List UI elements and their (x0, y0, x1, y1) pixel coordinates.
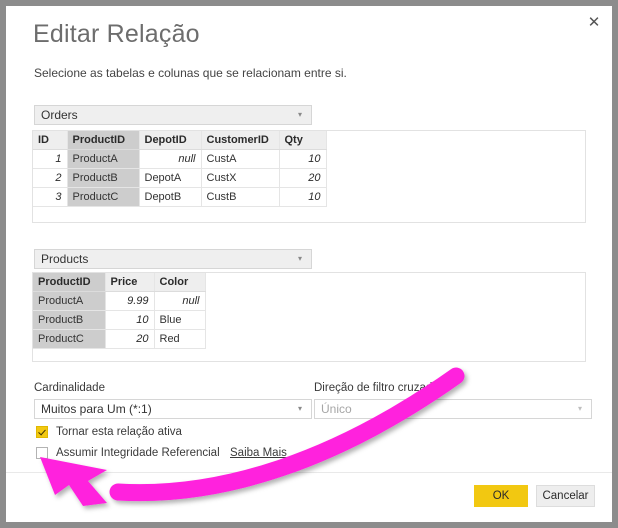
table-one-cell: 1 (33, 149, 68, 169)
table-two-cell: Blue (154, 310, 206, 330)
table-one-body: 1 ProductA null CustA 10 2 ProductB DepotA CustX… (33, 149, 327, 207)
active-relationship-row[interactable]: Tornar esta relação ativa (36, 426, 182, 438)
table-two-column-header[interactable]: ProductID (33, 273, 106, 292)
table-one-cell: 20 (279, 168, 327, 188)
referential-integrity-row[interactable]: Assumir Integridade Referencial (36, 447, 220, 459)
table-two-selector[interactable]: Products ▾ (34, 249, 312, 269)
referential-integrity-checkbox[interactable] (36, 447, 48, 459)
table-two-cell: ProductA (33, 291, 106, 311)
table-one-cell: CustX (201, 168, 280, 188)
table-one-cell: 3 (33, 187, 68, 207)
table-row: ProductA 9.99 null (33, 291, 206, 311)
table-two-cell: 20 (105, 329, 155, 349)
table-one-cell: 10 (279, 187, 327, 207)
table-one-column-header[interactable]: ProductID (67, 131, 140, 150)
table-one-cell: DepotA (139, 168, 202, 188)
table-one-column-header[interactable]: DepotID (139, 131, 202, 150)
ok-button[interactable]: OK (474, 485, 528, 507)
table-one-cell: CustA (201, 149, 280, 169)
table-two-cell: Red (154, 329, 206, 349)
table-one-cell: ProductA (67, 149, 140, 169)
table-one-selector[interactable]: Orders ▾ (34, 105, 312, 125)
table-two-cell: ProductC (33, 329, 106, 349)
table-one-column-header[interactable]: CustomerID (201, 131, 280, 150)
table-one-grid: ID ProductID DepotID CustomerID Qty 1 Product… (33, 131, 327, 207)
referential-integrity-label: Assumir Integridade Referencial (56, 447, 220, 459)
table-row: ProductB 10 Blue (33, 310, 206, 330)
cardinality-select[interactable]: Muitos para Um (*:1) ▾ (34, 399, 312, 419)
close-icon[interactable]: ✕ (578, 8, 610, 36)
cross-filter-direction-value: Único (321, 402, 352, 416)
table-row: 1 ProductA null CustA 10 (33, 149, 327, 169)
table-two-header-row: ProductID Price Color (33, 273, 206, 292)
table-two-preview: ProductID Price Color ProductA 9.99 null Prod… (32, 272, 586, 362)
table-two-cell: ProductB (33, 310, 106, 330)
table-two-body: ProductA 9.99 null ProductB 10 Blue ProductC 20… (33, 291, 206, 349)
table-two-cell: 10 (105, 310, 155, 330)
cardinality-label: Cardinalidade (34, 382, 105, 394)
footer-divider (6, 472, 612, 473)
table-one-cell: CustB (201, 187, 280, 207)
table-one-preview: ID ProductID DepotID CustomerID Qty 1 Product… (32, 130, 586, 223)
table-row: 2 ProductB DepotA CustX 20 (33, 168, 327, 188)
active-relationship-checkbox[interactable] (36, 426, 48, 438)
table-one-selector-value: Orders (41, 108, 78, 122)
table-two-selector-value: Products (41, 252, 89, 266)
dialog-subtitle: Selecione as tabelas e colunas que se re… (34, 66, 347, 80)
table-two-column-header[interactable]: Color (154, 273, 206, 292)
active-relationship-label: Tornar esta relação ativa (56, 426, 182, 438)
cardinality-value: Muitos para Um (*:1) (41, 402, 152, 416)
cross-filter-direction-select[interactable]: Único ▾ (314, 399, 592, 419)
table-row: ProductC 20 Red (33, 329, 206, 349)
table-two-cell: 9.99 (105, 291, 155, 311)
table-one-cell: DepotB (139, 187, 202, 207)
edit-relationship-dialog: ✕ Editar Relação Selecione as tabelas e … (6, 6, 612, 522)
table-one-column-header[interactable]: ID (33, 131, 68, 150)
chevron-down-icon: ▾ (297, 110, 302, 119)
chevron-down-icon: ▾ (297, 404, 302, 413)
table-two-grid: ProductID Price Color ProductA 9.99 null Prod… (33, 273, 206, 349)
chevron-down-icon: ▾ (577, 404, 582, 413)
table-row: 3 ProductC DepotB CustB 10 (33, 187, 327, 207)
page-title: Editar Relação (33, 20, 200, 48)
table-one-cell: ProductB (67, 168, 140, 188)
table-one-cell: 2 (33, 168, 68, 188)
table-one-column-header[interactable]: Qty (279, 131, 327, 150)
table-two-column-header[interactable]: Price (105, 273, 155, 292)
table-one-cell: ProductC (67, 187, 140, 207)
table-one-header-row: ID ProductID DepotID CustomerID Qty (33, 131, 327, 150)
table-two-cell: null (154, 291, 206, 311)
chevron-down-icon: ▾ (297, 254, 302, 263)
cross-filter-direction-label: Direção de filtro cruzado (314, 382, 439, 394)
learn-more-link[interactable]: Saiba Mais (230, 447, 287, 459)
cancel-button[interactable]: Cancelar (536, 485, 595, 507)
table-one-cell: 10 (279, 149, 327, 169)
table-one-cell: null (139, 149, 202, 169)
